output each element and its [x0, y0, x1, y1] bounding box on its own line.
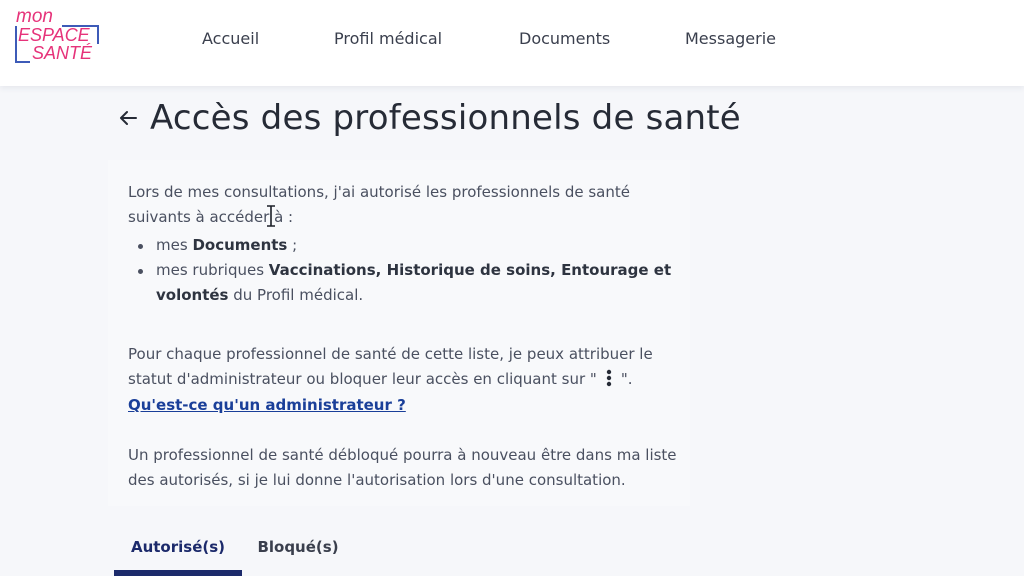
tab-bloques[interactable]: Bloqué(s) — [250, 538, 346, 576]
kebab-menu-icon — [597, 369, 621, 387]
bullet2-suffix: du Profil médical. — [228, 286, 364, 304]
logo-line-3: SANTÉ — [32, 43, 93, 63]
page-title-row: Accès des professionnels de santé — [116, 96, 741, 140]
text-cursor-icon — [267, 205, 275, 227]
para2-before: Pour chaque professionnel de santé de ce… — [128, 345, 653, 388]
nav-profil-medical[interactable]: Profil médical — [334, 29, 442, 48]
bullet2-prefix: mes rubriques — [156, 261, 269, 279]
bullet1-suffix: ; — [287, 236, 298, 254]
bullet1-bold: Documents — [192, 236, 288, 254]
list-item: mes rubriques Vaccinations, Historique d… — [128, 258, 688, 308]
top-header: mon ESPACE SANTÉ Accueil Profil médical … — [0, 0, 1024, 86]
nav-messagerie[interactable]: Messagerie — [685, 29, 776, 48]
nav-documents[interactable]: Documents — [519, 29, 610, 48]
logo-line-2: ESPACE — [18, 25, 91, 45]
bullet1-prefix: mes — [156, 236, 193, 254]
intro-text: Lors de mes consultations, j'ai autorisé… — [128, 183, 630, 226]
what-is-admin-link[interactable]: Qu'est-ce qu'un administrateur ? — [128, 396, 406, 414]
list-item: mes Documents ; — [128, 233, 688, 258]
mon-espace-sante-logo[interactable]: mon ESPACE SANTÉ — [14, 6, 100, 64]
nav-accueil[interactable]: Accueil — [202, 29, 259, 48]
unblock-info-text: Un professionnel de santé débloqué pourr… — [128, 446, 677, 489]
active-tab-indicator — [114, 570, 242, 576]
admin-explanation: Pour chaque professionnel de santé de ce… — [128, 342, 688, 392]
arrow-left-icon[interactable] — [116, 106, 140, 130]
para2-after: ". — [620, 370, 633, 388]
page-title: Accès des professionnels de santé — [150, 98, 741, 138]
access-list: mes Documents ; mes rubriques Vaccinatio… — [128, 233, 688, 308]
logo-line-1: mon — [16, 6, 53, 27]
